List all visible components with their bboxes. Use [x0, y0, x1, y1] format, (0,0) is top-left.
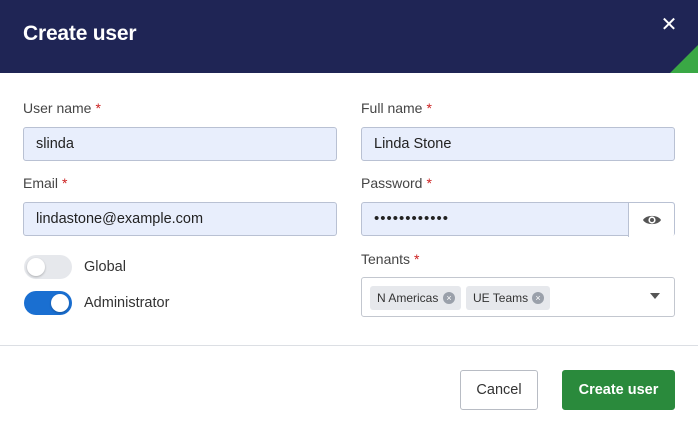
tenant-chip-label: UE Teams [473, 291, 529, 305]
password-label: Password * [361, 175, 432, 191]
global-toggle[interactable] [24, 255, 72, 279]
required-marker: * [426, 175, 432, 191]
tenant-chip-label: N Americas [377, 291, 439, 305]
header-corner-accent [670, 45, 698, 73]
toggle-knob [51, 294, 69, 312]
chip-remove-icon[interactable]: × [443, 292, 455, 304]
tenants-label: Tenants * [361, 251, 420, 267]
footer-divider [0, 345, 698, 346]
required-marker: * [426, 100, 432, 116]
administrator-toggle-label: Administrator [84, 295, 170, 311]
chevron-down-icon[interactable] [650, 293, 660, 299]
administrator-toggle[interactable] [24, 291, 72, 315]
username-input[interactable]: slinda [23, 127, 337, 161]
dialog-header: Create user ✕ [0, 0, 698, 73]
fullname-input[interactable]: Linda Stone [361, 127, 675, 161]
tenants-label-text: Tenants [361, 251, 411, 267]
close-icon[interactable]: ✕ [659, 15, 679, 35]
password-input[interactable]: •••••••••••• [361, 202, 675, 237]
dialog-title: Create user [23, 22, 137, 45]
global-toggle-label: Global [84, 259, 126, 275]
create-user-dialog: Create user ✕ User name * slinda Full nam… [0, 0, 698, 432]
required-marker: * [62, 175, 68, 191]
email-label-text: Email [23, 175, 59, 191]
create-user-button[interactable]: Create user [562, 370, 675, 410]
password-label-text: Password [361, 175, 423, 191]
fullname-label: Full name * [361, 100, 432, 116]
cancel-button[interactable]: Cancel [460, 370, 538, 410]
eye-icon[interactable] [628, 203, 674, 237]
username-label-text: User name [23, 100, 92, 116]
tenants-select[interactable]: N Americas × UE Teams × [361, 277, 675, 317]
fullname-label-text: Full name [361, 100, 423, 116]
required-marker: * [414, 251, 420, 267]
username-label: User name * [23, 100, 101, 116]
email-label: Email * [23, 175, 67, 191]
tenant-chip: UE Teams × [466, 286, 550, 310]
tenant-chip: N Americas × [370, 286, 461, 310]
chip-remove-icon[interactable]: × [532, 292, 544, 304]
toggle-knob [27, 258, 45, 276]
password-value: •••••••••••• [374, 210, 450, 227]
required-marker: * [95, 100, 101, 116]
email-input[interactable]: lindastone@example.com [23, 202, 337, 236]
